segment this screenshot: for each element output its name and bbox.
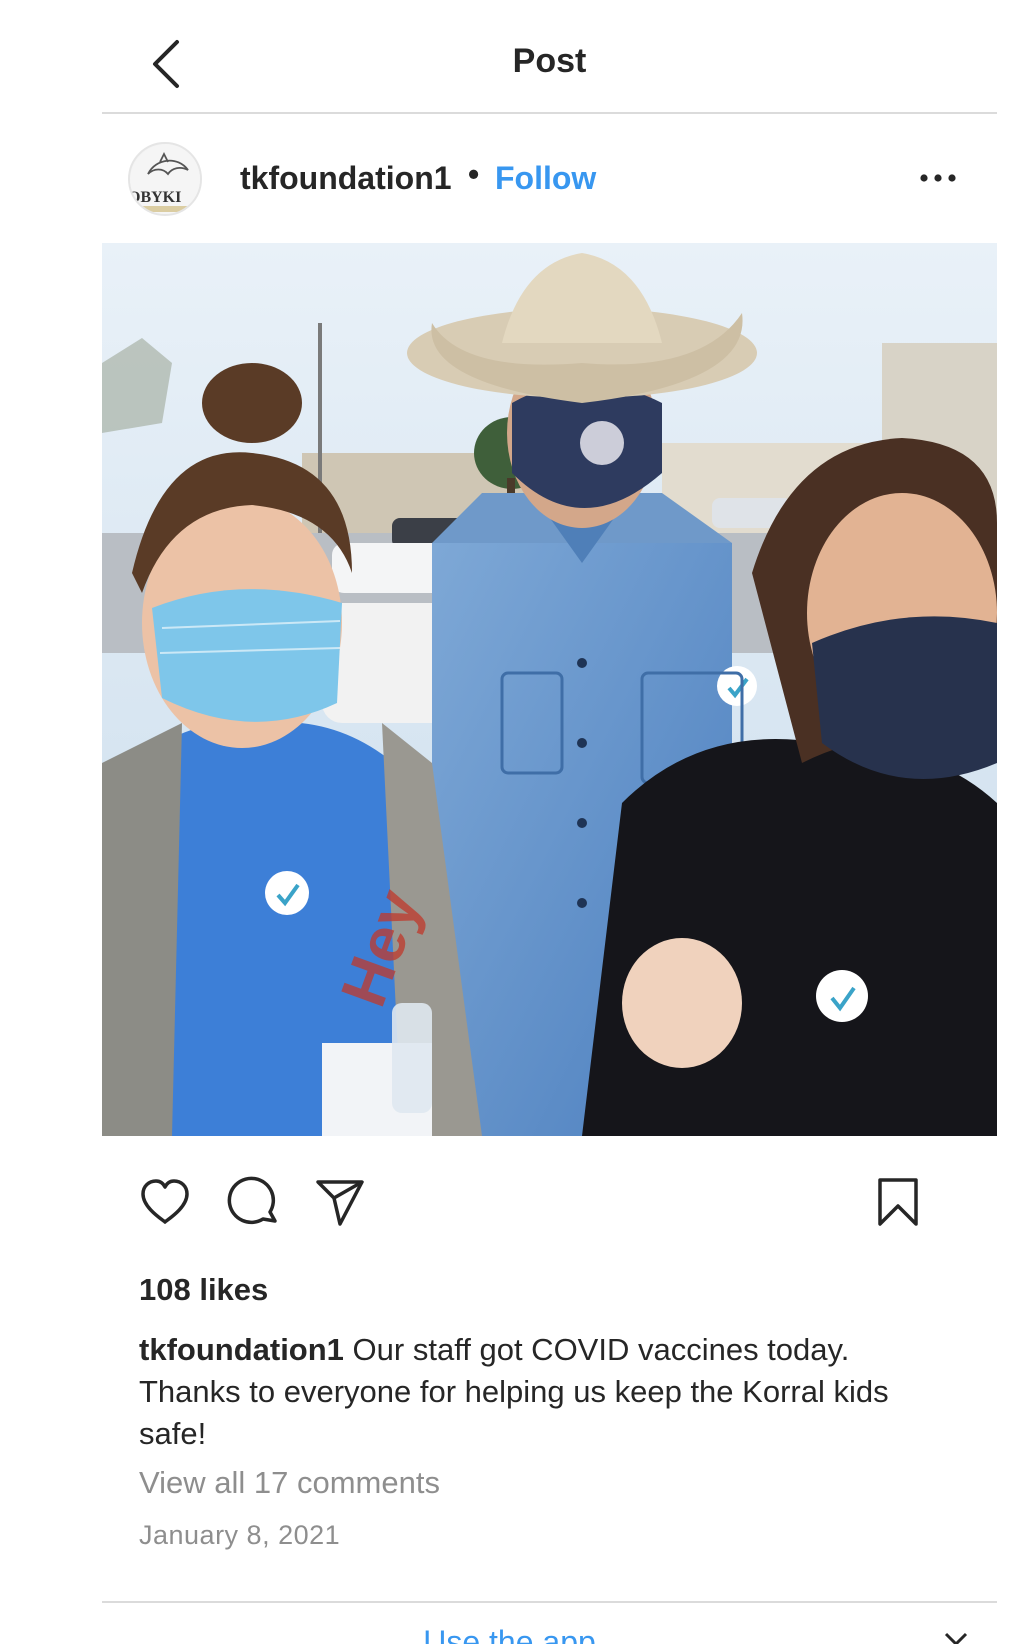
post-page: Post OBYKI tkfoundation1 • Follow Hey 10…: [0, 0, 1019, 1644]
follow-button[interactable]: Follow: [495, 160, 596, 197]
like-button[interactable]: [137, 1174, 193, 1230]
close-banner-button[interactable]: [942, 1630, 970, 1644]
post-actions-bar: [102, 1170, 997, 1240]
more-horizontal-icon: [920, 174, 956, 182]
send-icon: [316, 1180, 364, 1226]
divider: [102, 1601, 997, 1603]
post-author-row: OBYKI tkfoundation1 • Follow: [102, 134, 997, 230]
comment-icon: [227, 1176, 277, 1225]
likes-count[interactable]: 108 likes: [139, 1272, 268, 1308]
view-comments-link[interactable]: View all 17 comments: [139, 1465, 440, 1501]
close-icon: [944, 1632, 968, 1644]
svg-text:OBYKI: OBYKI: [130, 189, 181, 206]
post-date: January 8, 2021: [139, 1520, 341, 1550]
post-image: Hey: [102, 243, 997, 1136]
page-title: Post: [512, 42, 587, 80]
more-options-button[interactable]: [918, 170, 958, 186]
use-app-button[interactable]: Use the app: [0, 1624, 1019, 1644]
save-button[interactable]: [870, 1174, 926, 1230]
separator-dot: •: [468, 156, 480, 192]
heart-icon: [141, 1179, 189, 1224]
comment-button[interactable]: [225, 1174, 281, 1230]
bookmark-icon: [878, 1178, 918, 1226]
foundation-logo: OBYKI: [130, 144, 200, 214]
caption-username[interactable]: tkfoundation1: [139, 1332, 344, 1367]
header-bar: Post: [102, 0, 997, 114]
post-caption: tkfoundation1 Our staff got COVID vaccin…: [139, 1329, 959, 1455]
post-photo[interactable]: Hey: [102, 243, 997, 1136]
author-username[interactable]: tkfoundation1: [240, 160, 452, 197]
avatar[interactable]: OBYKI: [128, 142, 202, 216]
share-button[interactable]: [312, 1174, 368, 1230]
